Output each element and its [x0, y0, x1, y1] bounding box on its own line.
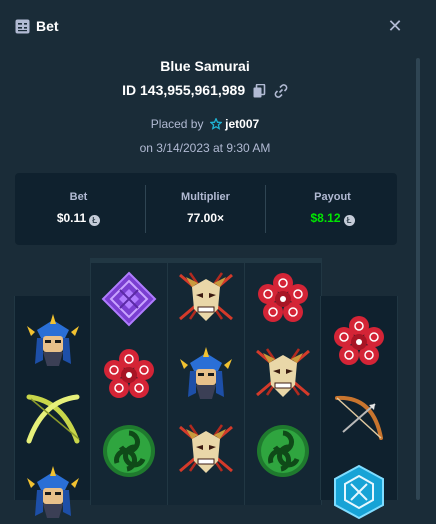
placed-by-label: Placed by: [150, 117, 204, 131]
bet-id: ID 143,955,961,989: [122, 82, 246, 98]
close-icon[interactable]: ✕: [387, 16, 402, 36]
litecoin-icon: Ł: [89, 215, 101, 226]
red-flower-icon: [99, 345, 159, 405]
stat-multiplier: Multiplier 77.00×: [142, 173, 269, 245]
mask-icon: [253, 345, 313, 405]
bow-icon: [329, 388, 389, 448]
blue-crest-icon: [329, 462, 389, 522]
red-flower-icon: [329, 312, 389, 372]
stat-payout: Payout $8.12 Ł: [269, 173, 396, 245]
receipt-icon: [15, 19, 30, 34]
reel-5: [320, 296, 398, 500]
red-flower-icon: [253, 269, 313, 329]
placed-by: Placed by jet007: [0, 117, 410, 131]
purple-diamond-icon: [99, 269, 159, 329]
copy-icon[interactable]: [253, 83, 266, 98]
modal-header: Bet ✕: [0, 0, 436, 54]
multiplier-label: Multiplier: [181, 191, 230, 203]
payout-value-row: $8.12 Ł: [269, 211, 396, 226]
bet-value: $0.11: [56, 211, 87, 225]
reel-3: [167, 258, 245, 505]
game-name: Blue Samurai: [160, 58, 250, 74]
mask-icon: [176, 421, 236, 481]
multiplier-value: 77.00×: [186, 211, 225, 225]
payout-value: $8.12: [310, 211, 341, 225]
green-swirl-icon: [253, 421, 313, 481]
vip-star-icon: [209, 117, 223, 130]
username-link[interactable]: jet007: [225, 117, 259, 131]
reel-2: [90, 258, 168, 505]
bet-date: on 3/14/2023 at 9:30 AM: [139, 141, 271, 155]
litecoin-icon: Ł: [343, 215, 355, 226]
bet-id-row: ID 143,955,961,989: [0, 82, 410, 98]
scrollbar[interactable]: [416, 58, 420, 500]
samurai-icon: [176, 345, 236, 405]
mask-icon: [176, 269, 236, 329]
stat-bet: Bet $0.11 Ł: [15, 173, 142, 245]
green-swirl-icon: [99, 421, 159, 481]
link-icon[interactable]: [274, 84, 288, 98]
reel-grid: [14, 258, 398, 500]
reel-4: [244, 258, 322, 505]
payout-label: Payout: [314, 191, 351, 203]
samurai-icon: [23, 312, 83, 372]
reel-1: [14, 296, 92, 500]
modal-title: Bet: [36, 18, 59, 34]
bet-label: Bet: [69, 191, 88, 203]
stat-divider: [265, 185, 266, 233]
samurai-icon: [23, 464, 83, 524]
bet-value-row: $0.11 Ł: [15, 211, 142, 226]
bow-staff-icon: [23, 389, 83, 449]
bet-stats-panel: Bet $0.11 Ł Multiplier 77.00× Payout $8.1…: [15, 173, 397, 245]
close-button[interactable]: ✕: [386, 16, 404, 36]
